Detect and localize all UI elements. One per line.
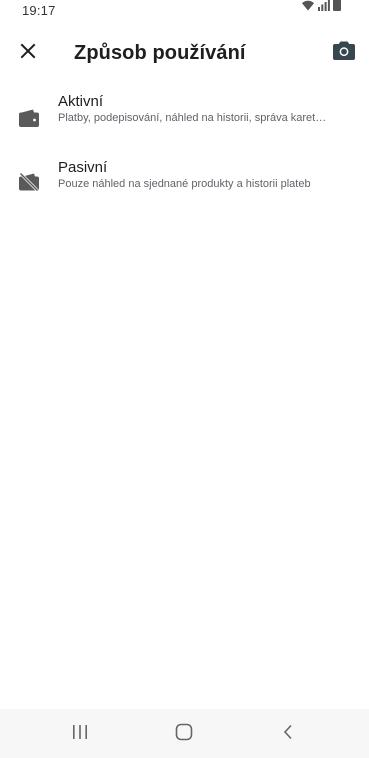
app-bar: Způsob používání xyxy=(0,30,369,76)
recent-apps-button[interactable] xyxy=(68,722,92,746)
status-icons xyxy=(301,0,341,16)
usage-mode-list: Aktivní Platby, podepisování, náhled na … xyxy=(0,88,369,214)
usage-mode-passive[interactable]: Pasivní Pouze náhled na sjednané produkt… xyxy=(0,154,369,214)
wallet-icon xyxy=(18,107,40,129)
recent-apps-icon xyxy=(71,724,89,745)
wifi-icon xyxy=(301,0,315,16)
home-icon xyxy=(175,723,193,746)
usage-mode-title: Pasivní xyxy=(58,159,108,176)
camera-button[interactable] xyxy=(332,41,356,65)
close-button[interactable] xyxy=(16,41,40,65)
usage-mode-title: Aktivní xyxy=(58,93,104,110)
back-button[interactable] xyxy=(276,722,300,746)
signal-icon xyxy=(318,0,330,16)
usage-mode-description: Platby, podepisování, náhled na historii… xyxy=(58,112,327,124)
status-bar: 19:17 xyxy=(0,0,369,22)
usage-mode-description: Pouze náhled na sjednané produkty a hist… xyxy=(58,178,311,190)
usage-mode-passive-text: Pasivní Pouze náhled na sjednané produkt… xyxy=(58,159,329,191)
back-icon xyxy=(282,724,294,745)
usage-mode-active[interactable]: Aktivní Platby, podepisování, náhled na … xyxy=(0,88,369,154)
page-title: Způsob používání xyxy=(74,42,246,64)
status-time: 19:17 xyxy=(22,3,56,18)
navigation-bar xyxy=(0,709,369,758)
wallet-off-icon xyxy=(18,170,40,192)
usage-mode-active-text: Aktivní Platby, podepisování, náhled na … xyxy=(58,93,329,125)
close-icon xyxy=(20,43,36,64)
camera-icon xyxy=(333,41,355,65)
battery-icon xyxy=(333,0,341,16)
home-button[interactable] xyxy=(172,722,196,746)
